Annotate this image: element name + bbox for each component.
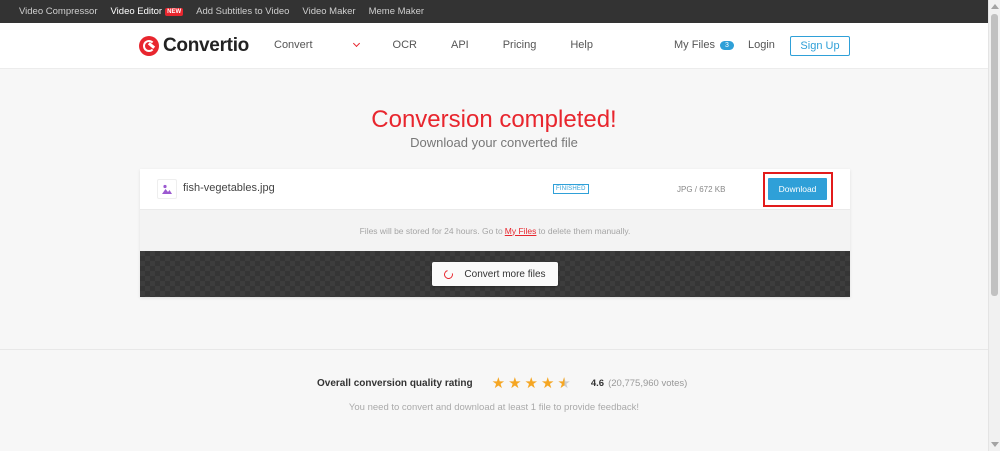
storage-note-text-end: to delete them manually.: [538, 225, 631, 236]
site-header: Convertio Convert OCR API Pricing Help M…: [0, 23, 988, 69]
topbar-link-video-compressor[interactable]: Video Compressor: [19, 6, 98, 17]
nav-help[interactable]: Help: [570, 39, 593, 51]
page-title: Conversion completed!: [371, 106, 617, 133]
convert-more-bar: Convert more files: [140, 251, 850, 297]
rating-score: 4.6: [590, 378, 605, 389]
login-link[interactable]: Login: [748, 39, 775, 51]
file-size: JPG / 672 KB: [677, 185, 726, 194]
rating-line: Overall conversion quality rating ★ ★ ★ ★ ★ …: [317, 376, 687, 391]
chevron-down-icon: [352, 39, 360, 48]
rating-votes: (20,775,960 votes): [608, 378, 688, 389]
download-highlight-box: Download: [763, 172, 833, 207]
convert-more-label: Convert more files: [464, 268, 546, 280]
image-file-icon: [157, 179, 177, 199]
rating-label: Overall conversion quality rating: [317, 378, 473, 389]
star-icon[interactable]: ★: [492, 376, 505, 391]
nav-ocr[interactable]: OCR: [393, 39, 417, 51]
new-badge: NEW: [165, 7, 184, 16]
conversion-result-card: fish-vegetables.jpg FINISHED JPG / 672 K…: [140, 169, 850, 297]
star-icon[interactable]: ★: [541, 376, 554, 391]
scrollbar-thumb[interactable]: [991, 14, 998, 296]
nav-convert-label: Convert: [274, 39, 313, 51]
page-scrollbar[interactable]: [988, 0, 1000, 451]
storage-my-files-link[interactable]: My Files: [505, 226, 537, 236]
nav-api[interactable]: API: [451, 39, 469, 51]
topbar-link-video-maker[interactable]: Video Maker: [302, 6, 355, 17]
my-files-count-badge: 3: [719, 40, 734, 50]
file-row: fish-vegetables.jpg FINISHED JPG / 672 K…: [140, 169, 850, 210]
convertio-logo-icon: [139, 36, 159, 56]
convert-more-files-button[interactable]: Convert more files: [432, 262, 558, 286]
feedback-note: You need to convert and download at leas…: [348, 402, 640, 413]
page-subtitle: Download your converted file: [410, 135, 578, 150]
scroll-down-arrow-icon[interactable]: [991, 442, 999, 447]
topbar-link-meme-maker[interactable]: Meme Maker: [369, 6, 424, 17]
logo-text: Convertio: [163, 35, 249, 56]
storage-note: Files will be stored for 24 hours. Go to…: [140, 210, 850, 251]
nav-convert[interactable]: Convert: [274, 39, 360, 51]
logo[interactable]: Convertio: [139, 35, 249, 57]
sign-up-button[interactable]: Sign Up: [790, 36, 850, 56]
rating-section: Overall conversion quality rating ★ ★ ★ ★ ★ …: [0, 349, 988, 451]
star-icon[interactable]: ★: [525, 376, 538, 391]
download-button[interactable]: Download: [768, 178, 827, 200]
topbar-link-label: Video Editor: [110, 6, 163, 17]
topbar-link-video-editor[interactable]: Video Editor NEW: [111, 6, 184, 17]
refresh-icon: [442, 267, 456, 281]
file-name: fish-vegetables.jpg: [183, 182, 275, 194]
topbar-link-add-subtitles[interactable]: Add Subtitles to Video: [196, 6, 289, 17]
star-icon[interactable]: ★: [557, 376, 570, 391]
top-bar: Video Compressor Video Editor NEW Add Sub…: [0, 0, 988, 23]
main-nav: Convert OCR API Pricing Help: [274, 39, 627, 51]
star-icon[interactable]: ★: [508, 376, 521, 391]
my-files-label: My Files: [674, 39, 715, 51]
scroll-up-arrow-icon[interactable]: [991, 4, 999, 9]
nav-pricing[interactable]: Pricing: [503, 39, 537, 51]
storage-note-text: Files will be stored for 24 hours. Go to: [359, 225, 503, 236]
rating-stars: ★ ★ ★ ★ ★: [492, 376, 574, 391]
status-badge: FINISHED: [553, 184, 589, 194]
my-files-link[interactable]: My Files 3: [674, 39, 734, 51]
